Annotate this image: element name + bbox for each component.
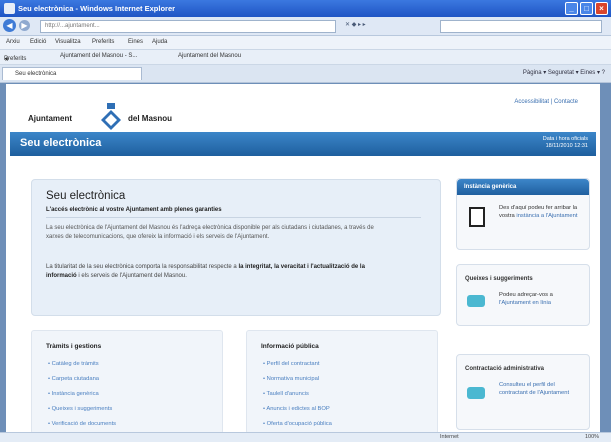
masnou-emblem-icon (101, 103, 121, 130)
chat-icon (467, 387, 485, 399)
window-title-bar: Seu electrònica - Windows Internet Explo… (0, 0, 611, 17)
site-banner: Seu electrònica Data i hora oficials 18/… (10, 132, 596, 156)
back-button[interactable]: ◀ (3, 19, 16, 32)
list-item[interactable]: Normativa municipal (263, 376, 332, 391)
document-icon (469, 207, 485, 227)
instancia-text: Des d'aquí podeu fer arribar la vostra i… (499, 205, 578, 219)
tramits-list: Catàleg de tràmits Carpeta ciutadana Ins… (48, 361, 116, 436)
menu-item-ajuda[interactable]: Ajuda (152, 39, 167, 45)
window-title: Seu electrònica - Windows Internet Explo… (18, 4, 176, 13)
web-page: Ajuntament del Masnou Accessibilitat | C… (6, 84, 600, 434)
instancia-header: Instància genèrica (457, 179, 589, 195)
favorite-link-1[interactable]: Ajuntament del Masnou - S... (60, 53, 137, 59)
logo-text-right: del Masnou (128, 114, 173, 123)
search-input[interactable] (440, 20, 602, 33)
minimize-icon[interactable]: _ (565, 2, 578, 15)
list-item[interactable]: Anuncis i edictes al BOP (263, 406, 332, 421)
window-controls: _ □ × (565, 2, 608, 15)
list-item[interactable]: Taulell d'anuncis (263, 391, 332, 406)
logo-text-left: Ajuntament (28, 114, 72, 123)
maximize-icon[interactable]: □ (580, 2, 593, 15)
site-logo[interactable]: Ajuntament del Masnou (28, 102, 228, 130)
informacio-title: Informació pública (261, 343, 319, 350)
zoom-level[interactable]: 100% (585, 434, 599, 440)
tab-bar: Seu electrònica Pàgina ▾ Seguretat ▾ Ein… (0, 65, 611, 83)
intro-subtitle: L'accés electrònic al vostre Ajuntament … (46, 207, 222, 213)
menu-item-edicio[interactable]: Edició (30, 39, 46, 45)
list-item[interactable]: Catàleg de tràmits (48, 361, 116, 376)
menu-item-visualitza[interactable]: Visualitza (55, 39, 81, 45)
menu-bar: Arxiu Edició Visualitza Preferits Eines … (0, 36, 611, 50)
favorites-bar: ★ Preferits Ajuntament del Masnou - S...… (0, 50, 611, 65)
menu-item-arxiu[interactable]: Arxiu (6, 39, 20, 45)
list-item[interactable]: Queixes i suggeriments (48, 406, 116, 421)
contractacio-link[interactable]: Consulteu el perfil del contractant de l… (499, 382, 583, 397)
menu-item-preferits[interactable]: Preferits (92, 39, 114, 45)
menu-item-eines[interactable]: Eines (128, 39, 143, 45)
queixes-text: Podeu adreçar-vos a l'Ajuntament en líni… (499, 292, 553, 306)
instancia-link[interactable]: instància a l'Ajuntament (516, 213, 577, 219)
banner-title: Seu electrònica (20, 137, 102, 149)
header-links[interactable]: Accessibilitat | Contacte (514, 99, 578, 105)
queixes-title: Queixes i suggeriments (465, 276, 533, 282)
close-icon[interactable]: × (595, 2, 608, 15)
divider (46, 217, 421, 218)
ie-icon (4, 3, 15, 14)
address-toolbar: ◀ ▶ http://...ajuntament... ✕ ◆ ▸ ▸ (0, 17, 611, 36)
informacio-panel: Informació pública Perfil del contractan… (246, 330, 438, 434)
instancia-box: Instància genèrica Des d'aquí podeu fer … (456, 178, 590, 250)
intro-panel: Seu electrònica L'accés electrònic al vo… (31, 179, 441, 316)
forward-button[interactable]: ▶ (19, 20, 30, 31)
favorite-link-2[interactable]: Ajuntament del Masnou (178, 53, 241, 59)
official-datetime: Data i hora oficials 18/11/2010 12:31 (542, 136, 588, 149)
tramits-panel: Tràmits i gestions Catàleg de tràmits Ca… (31, 330, 223, 434)
address-actions[interactable]: ✕ ◆ ▸ ▸ (345, 21, 366, 28)
list-item[interactable]: Instància genèrica (48, 391, 116, 406)
contractacio-title: Contractació administrativa (465, 366, 545, 372)
tab-active[interactable]: Seu electrònica (2, 67, 142, 80)
chat-icon (467, 295, 485, 307)
list-item[interactable]: Perfil del contractant (263, 361, 332, 376)
intro-paragraph-2: La titularitat de la seu electrònica com… (46, 264, 365, 279)
contractacio-box: Contractació administrativa Consulteu el… (456, 354, 590, 430)
intro-paragraph-1: La seu electrònica de l'Ajuntament del M… (46, 225, 374, 240)
queixes-link[interactable]: l'Ajuntament en línia (499, 300, 551, 306)
tramits-title: Tràmits i gestions (46, 343, 102, 350)
intro-title: Seu electrònica (46, 190, 126, 202)
command-bar[interactable]: Pàgina ▾ Seguretat ▾ Eines ▾ ? (523, 69, 605, 76)
queixes-box: Queixes i suggeriments Podeu adreçar-vos… (456, 264, 590, 326)
address-input[interactable]: http://...ajuntament... (40, 20, 336, 33)
security-zone: Internet (440, 434, 459, 440)
informacio-list: Perfil del contractant Normativa municip… (263, 361, 332, 436)
list-item[interactable]: Carpeta ciutadana (48, 376, 116, 391)
